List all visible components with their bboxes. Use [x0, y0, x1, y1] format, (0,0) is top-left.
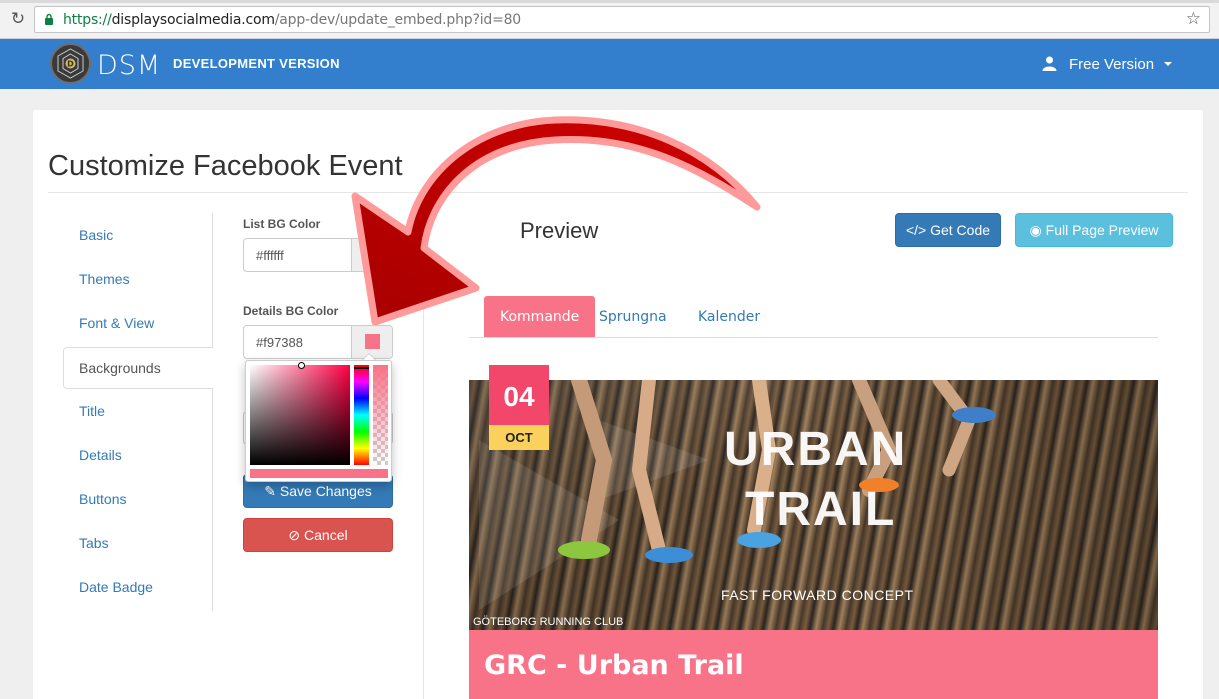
- nav-item-tabs[interactable]: Tabs: [63, 521, 213, 561]
- preview-title: Preview: [520, 218, 599, 243]
- color-swatch: [365, 334, 380, 349]
- nav-item-font-view[interactable]: Font & View: [63, 301, 213, 341]
- svg-text:D: D: [67, 60, 74, 69]
- color-preview-bar: [250, 469, 388, 478]
- logo-icon[interactable]: D: [50, 43, 91, 84]
- settings-nav: Basic Themes Font & View Backgrounds Tit…: [63, 213, 214, 611]
- url-text: https://displaysocialmedia.com/app-dev/u…: [63, 12, 522, 28]
- full-page-preview-button[interactable]: ◉ Full Page Preview: [1015, 213, 1173, 247]
- divider: [423, 213, 424, 699]
- image-club-name: GÖTEBORG RUNNING CLUB: [473, 616, 624, 628]
- nav-item-backgrounds[interactable]: Backgrounds: [63, 347, 214, 389]
- nav-item-details[interactable]: Details: [63, 433, 213, 473]
- tab-sprungna[interactable]: Sprungna: [599, 296, 667, 337]
- hue-handle[interactable]: [354, 367, 369, 369]
- caret-down-icon: [1164, 62, 1172, 66]
- date-badge-month: OCT: [489, 425, 549, 450]
- logo-text[interactable]: DSM: [97, 50, 161, 81]
- reload-icon[interactable]: ↻: [8, 9, 28, 29]
- browser-toolbar: ↻ https://displaysocialmedia.com/app-dev…: [0, 0, 1219, 39]
- details-bg-value: #f97388: [256, 335, 303, 350]
- saturation-handle[interactable]: [298, 362, 305, 369]
- color-swatch: [365, 247, 380, 262]
- tab-kalender[interactable]: Kalender: [698, 296, 760, 337]
- tabs-divider: [469, 337, 1158, 338]
- star-icon[interactable]: ☆: [1186, 9, 1201, 29]
- list-bg-color-input[interactable]: #ffffff: [243, 238, 393, 272]
- code-icon: </>: [905, 222, 927, 238]
- get-code-button[interactable]: </> Get Code: [895, 213, 1001, 247]
- image-heading-urban: URBAN: [724, 423, 908, 476]
- nav-item-buttons[interactable]: Buttons: [63, 477, 213, 517]
- hue-slider[interactable]: [354, 365, 369, 465]
- address-bar[interactable]: https://displaysocialmedia.com/app-dev/u…: [34, 6, 1210, 33]
- divider: [48, 192, 1188, 193]
- list-bg-label: List BG Color: [243, 217, 321, 231]
- picker-arrow-inner: [363, 354, 375, 360]
- saturation-panel[interactable]: [250, 365, 350, 465]
- page-title: Customize Facebook Event: [48, 150, 403, 182]
- tab-kommande[interactable]: Kommande: [484, 296, 596, 337]
- dev-version-label: DEVELOPMENT VERSION: [173, 56, 340, 71]
- nav-item-title[interactable]: Title: [63, 389, 213, 429]
- image-heading-trail: TRAIL: [745, 483, 897, 536]
- list-bg-value: #ffffff: [256, 248, 284, 263]
- cancel-button[interactable]: ⊘ Cancel: [243, 518, 393, 552]
- nav-item-basic[interactable]: Basic: [63, 213, 213, 253]
- user-menu-label: Free Version: [1069, 56, 1155, 73]
- tab-strip: [0, 0, 1219, 3]
- edit-icon: ✎: [264, 483, 276, 499]
- eye-icon: ◉: [1029, 222, 1042, 238]
- list-bg-swatch-button[interactable]: [351, 239, 392, 271]
- nav-item-themes[interactable]: Themes: [63, 257, 213, 297]
- lock-icon: [45, 13, 53, 25]
- nav-item-date-badge[interactable]: Date Badge: [63, 565, 213, 605]
- date-badge-day: 04: [489, 365, 549, 425]
- event-title[interactable]: GRC - Urban Trail: [484, 650, 744, 681]
- image-tagline: FAST FORWARD CONCEPT: [721, 587, 914, 603]
- user-icon: [1042, 56, 1057, 71]
- ban-icon: ⊘: [288, 527, 301, 543]
- details-bg-label: Details BG Color: [243, 304, 339, 318]
- alpha-slider[interactable]: [373, 365, 388, 465]
